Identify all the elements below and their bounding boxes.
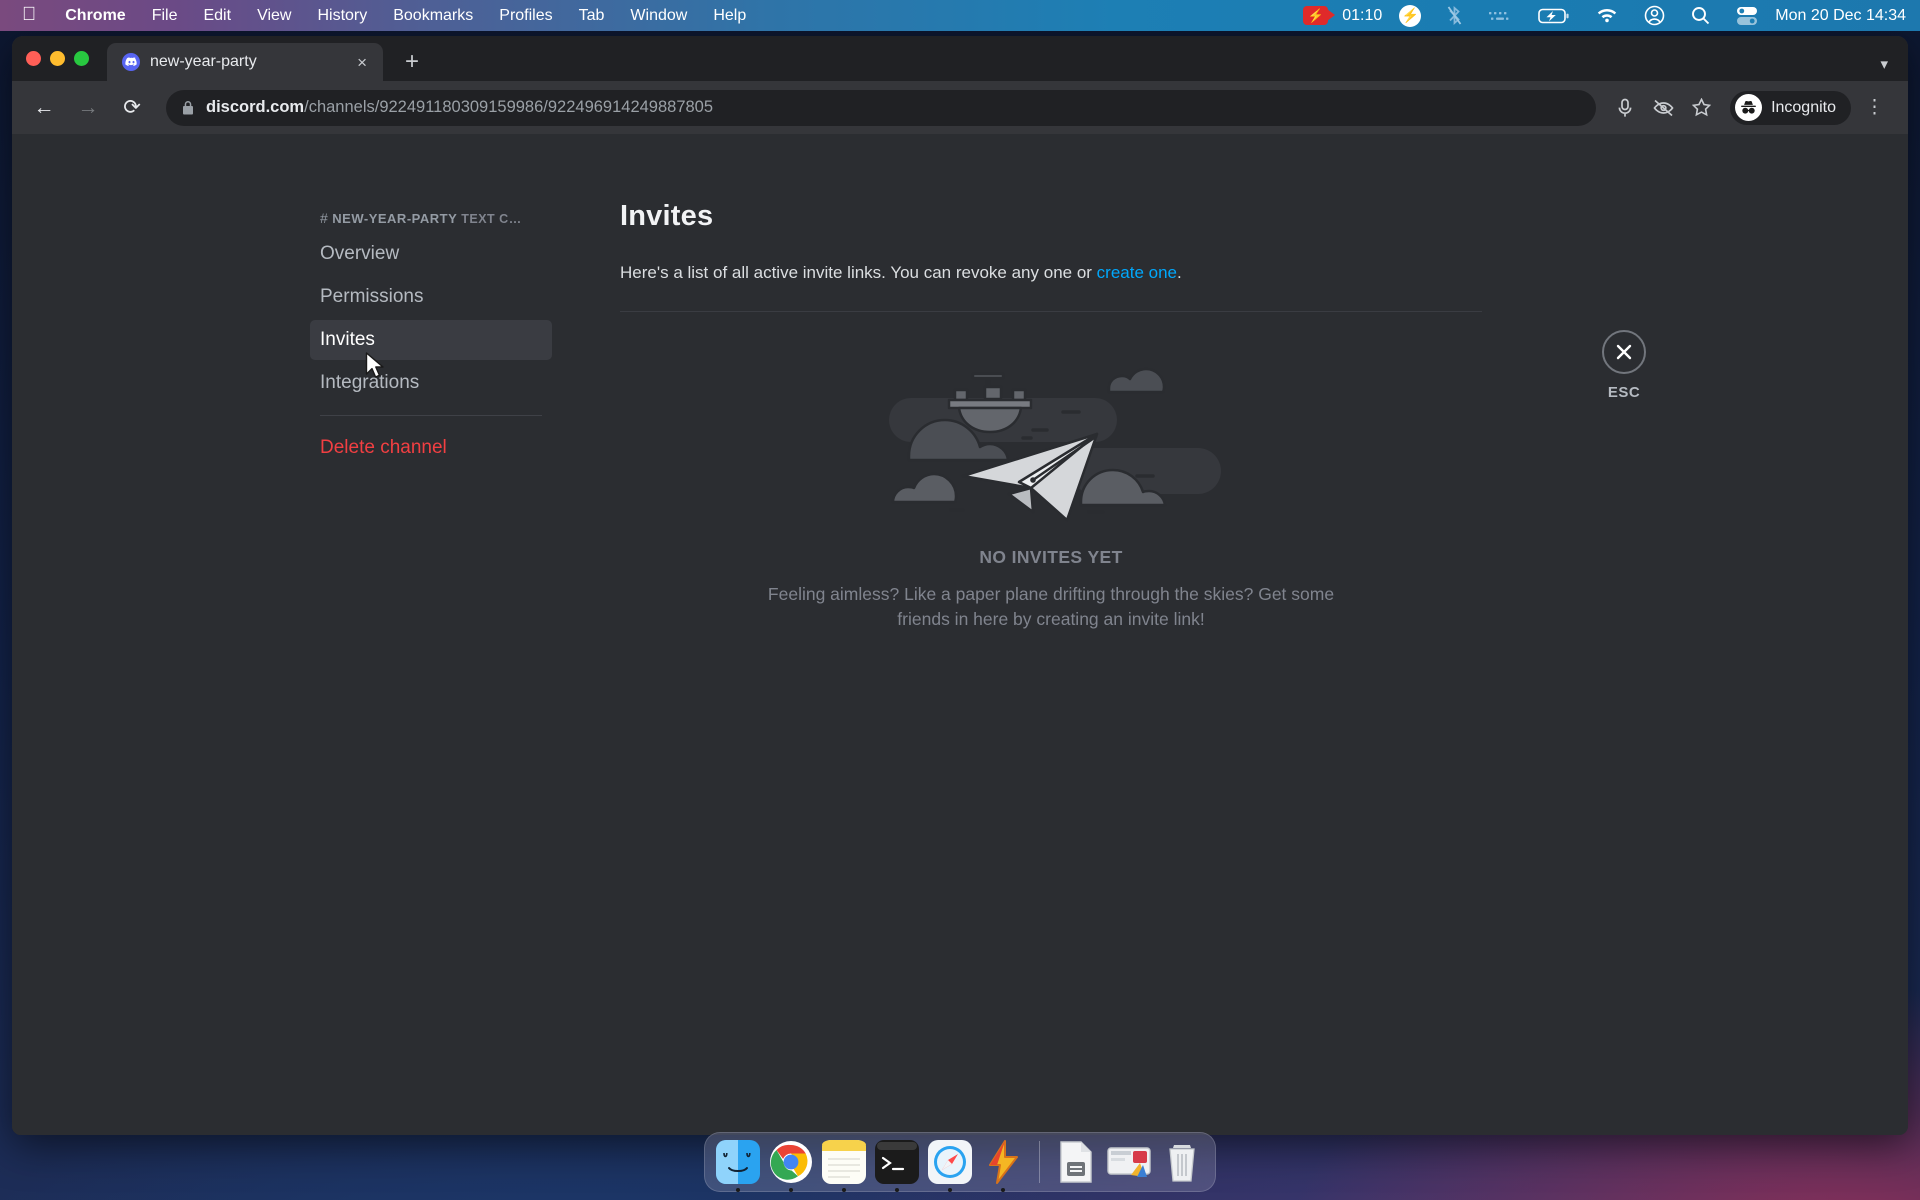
battery-charging-icon[interactable] [1525,8,1583,24]
sidebar-item-integrations[interactable]: Integrations [310,363,552,403]
dock-item-terminal[interactable] [875,1140,919,1184]
forward-button[interactable]: → [68,88,108,128]
control-center-user-icon[interactable] [1631,5,1678,26]
window-traffic-lights [26,36,107,81]
dock-item-screenshot-image[interactable] [1107,1140,1151,1184]
page-description-text: Here's a list of all active invite links… [620,263,1097,282]
menu-item-chrome[interactable]: Chrome [52,7,138,25]
page-description-period: . [1177,263,1182,282]
menu-bar-clock[interactable]: Mon 20 Dec 14:34 [1771,7,1906,25]
empty-state: NO INVITES YET Feeling aimless? Like a p… [620,360,1482,633]
dock-item-flash-app[interactable] [981,1140,1025,1184]
browser-tab-title: new-year-party [150,53,257,70]
sidebar-channel-name: NEW-YEAR-PARTY [332,211,458,226]
address-bar[interactable]: discord.com/channels/922491180309159986/… [166,89,1597,126]
minimize-window-button[interactable] [50,51,65,66]
menu-item-profiles[interactable]: Profiles [486,7,565,25]
chevron-down-icon[interactable]: ▾ [1880,55,1888,73]
settings-sidebar: # NEW-YEAR-PARTY TEXT C… Overview Permis… [12,134,572,1135]
search-icon[interactable] [1678,6,1723,25]
sidebar-divider [320,415,542,416]
section-divider [620,311,1482,312]
dock-item-document-file[interactable] [1054,1140,1098,1184]
page-description: Here's a list of all active invite links… [620,263,1500,283]
empty-state-subtitle: Feeling aimless? Like a paper plane drif… [767,584,1335,630]
page-title: Invites [620,200,714,232]
sidebar-channel-type: TEXT C… [461,212,522,226]
browser-toolbar: ← → ⟳ discord.com/channels/9224911803091… [12,81,1908,134]
close-x-icon[interactable] [1602,330,1646,374]
sidebar-item-invites[interactable]: Invites [310,320,552,360]
screen-record-icon[interactable]: ⚡ 01:10 [1303,6,1382,25]
menu-item-view[interactable]: View [244,7,304,25]
menu-item-help[interactable]: Help [700,7,759,25]
dock-item-stickies[interactable] [822,1140,866,1184]
display-toggle-icon[interactable] [1723,6,1771,26]
maximize-window-button[interactable] [74,51,89,66]
dock-item-trash[interactable] [1160,1140,1204,1184]
menu-item-history[interactable]: History [304,7,380,25]
address-bar-url: discord.com/channels/922491180309159986/… [206,98,713,117]
close-settings-button[interactable]: ESC [1602,330,1646,401]
settings-main-panel: Invites Here's a list of all active invi… [572,134,1908,1135]
apple-logo-icon[interactable]:  [0,5,52,24]
chrome-browser-window: new-year-party × + ▾ ← → ⟳ discord.com/c… [12,36,1908,1135]
paper-plane-clouds-illustration [889,367,1221,522]
sidebar-channel-header: # NEW-YEAR-PARTY TEXT C… [310,204,552,234]
close-tab-button[interactable]: × [353,52,371,73]
mouse-cursor [365,352,384,378]
incognito-avatar-icon [1735,94,1763,121]
new-tab-button[interactable]: + [399,50,425,74]
eye-slash-icon[interactable] [1646,91,1680,125]
close-window-button[interactable] [26,51,41,66]
sidebar-item-permissions[interactable]: Permissions [310,277,552,317]
dock-item-safari[interactable] [928,1140,972,1184]
hash-icon: # [320,210,329,226]
profile-chip-label: Incognito [1771,98,1836,116]
discord-icon [122,53,140,71]
wifi-icon[interactable] [1583,8,1631,24]
dock-item-finder[interactable] [716,1140,760,1184]
empty-state-title: NO INVITES YET [979,547,1123,567]
macos-dock [704,1132,1216,1192]
delete-channel-button[interactable]: Delete channel [310,428,552,468]
back-button[interactable]: ← [24,88,64,128]
flash-circle-icon[interactable]: ⚡ [1386,4,1434,27]
browser-tab[interactable]: new-year-party × [107,43,383,81]
sidebar-item-overview[interactable]: Overview [310,234,552,274]
url-path: /channels/922491180309159986/92249691424… [304,98,714,116]
menu-item-edit[interactable]: Edit [190,7,244,25]
browser-tab-strip: new-year-party × + ▾ [12,36,1908,81]
dock-item-chrome[interactable] [769,1140,813,1184]
dock-divider [1039,1141,1040,1183]
menu-item-tab[interactable]: Tab [566,7,618,25]
microphone-icon[interactable] [1608,91,1642,125]
create-invite-link[interactable]: create one [1097,263,1177,282]
discord-channel-settings: # NEW-YEAR-PARTY TEXT C… Overview Permis… [12,134,1908,1135]
macos-menu-bar:  Chrome File Edit View History Bookmark… [0,0,1920,31]
close-settings-label: ESC [1607,384,1641,401]
menu-item-bookmarks[interactable]: Bookmarks [380,7,486,25]
profile-chip[interactable]: Incognito [1730,90,1851,125]
lock-icon [182,100,194,115]
screen-record-timer: 01:10 [1342,6,1383,24]
keyboard-icon[interactable] [1475,9,1525,23]
bluetooth-off-icon[interactable] [1434,5,1475,26]
reload-button[interactable]: ⟳ [112,88,152,128]
menu-item-window[interactable]: Window [617,7,700,25]
kebab-menu-icon[interactable]: ⋮ [1855,97,1894,117]
star-icon[interactable] [1684,91,1718,125]
menu-item-file[interactable]: File [139,7,191,25]
url-host: discord.com [206,98,305,116]
